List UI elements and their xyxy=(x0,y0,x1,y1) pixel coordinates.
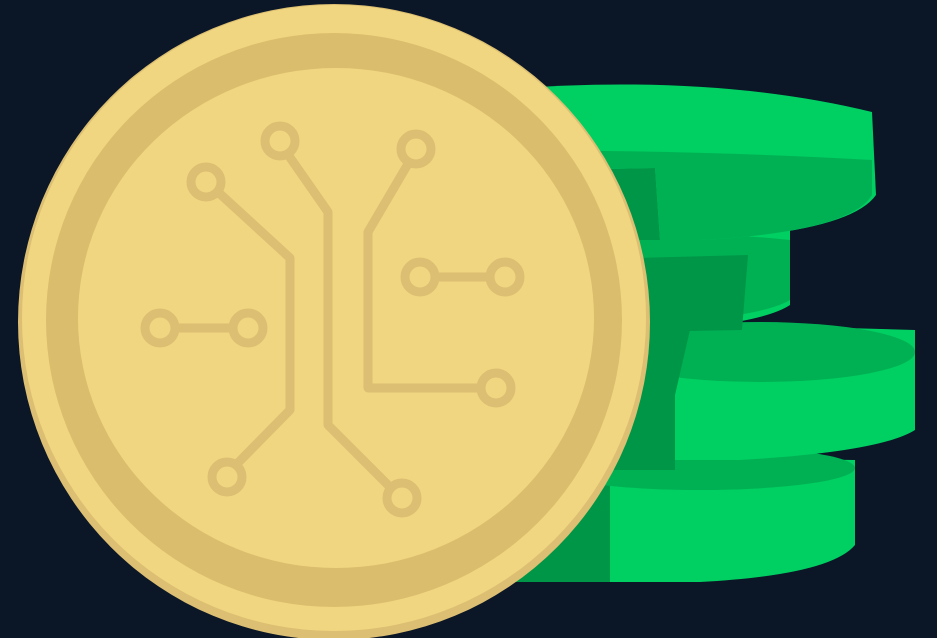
circuit-node xyxy=(186,162,226,202)
circuit-node xyxy=(140,308,180,348)
circuit-node xyxy=(228,308,268,348)
circuit-node xyxy=(207,457,247,497)
circuit-node xyxy=(396,129,436,169)
circuit-node xyxy=(400,257,440,297)
circuit-node xyxy=(485,257,525,297)
gold-coin xyxy=(18,4,650,638)
circuit-node xyxy=(382,478,422,518)
crypto-coin-illustration xyxy=(18,4,915,638)
circuit-node xyxy=(260,121,300,161)
circuit-node xyxy=(476,368,516,408)
illustration-canvas xyxy=(0,0,937,638)
